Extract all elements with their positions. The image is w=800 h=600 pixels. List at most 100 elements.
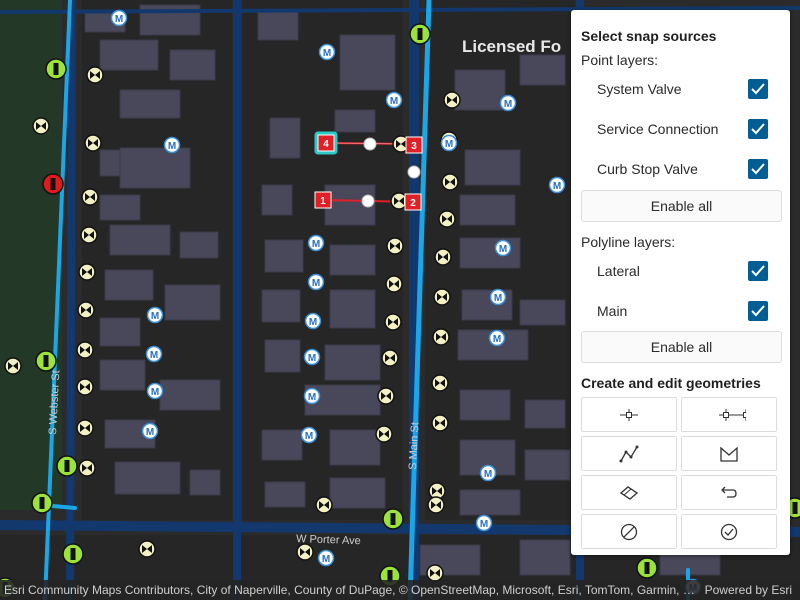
system-valve-icon[interactable] — [431, 374, 449, 392]
system-valve-icon[interactable] — [32, 117, 50, 135]
system-valve-icon[interactable] — [432, 328, 450, 346]
system-valve-icon[interactable] — [377, 387, 395, 405]
service-connection-icon[interactable]: M — [303, 387, 321, 405]
system-valve-icon[interactable] — [315, 496, 333, 514]
system-valve-icon[interactable] — [386, 237, 404, 255]
layer-checkbox[interactable] — [748, 301, 768, 321]
system-valve-icon[interactable] — [78, 263, 96, 281]
service-connection-icon[interactable]: M — [385, 91, 403, 109]
system-valve-icon[interactable] — [77, 301, 95, 319]
system-valve-icon[interactable] — [86, 66, 104, 84]
point-tool-button[interactable] — [581, 397, 677, 432]
system-valve-icon[interactable] — [76, 378, 94, 396]
midpoint-vertex[interactable] — [363, 137, 377, 151]
service-connection-icon[interactable]: M — [488, 329, 506, 347]
attribution-text[interactable]: Esri Community Maps Contributors, City o… — [4, 580, 700, 600]
curb-stop-valve-icon[interactable] — [62, 543, 84, 565]
service-connection-icon[interactable]: M — [300, 426, 318, 444]
service-connection-icon[interactable]: M — [303, 348, 321, 366]
service-connection-icon[interactable]: M — [499, 94, 517, 112]
layer-label: System Valve — [597, 81, 682, 97]
system-valve-icon[interactable] — [4, 357, 22, 375]
layer-checkbox[interactable] — [748, 159, 768, 179]
service-connection-icon[interactable]: M — [145, 345, 163, 363]
system-valve-icon[interactable] — [438, 210, 456, 228]
point-layer-system-valve[interactable]: System Valve — [581, 74, 780, 106]
system-valve-icon[interactable] — [78, 459, 96, 477]
layer-checkbox[interactable] — [748, 79, 768, 99]
erase-tool-button[interactable] — [581, 475, 677, 510]
service-connection-icon[interactable]: M — [307, 234, 325, 252]
midpoint-vertex[interactable] — [407, 165, 421, 179]
curb-stop-valve-icon[interactable] — [35, 350, 57, 372]
curb-stop-valve-icon[interactable] — [45, 58, 67, 80]
system-valve-icon[interactable] — [434, 248, 452, 266]
system-valve-icon[interactable] — [81, 188, 99, 206]
polyline-tool-button[interactable] — [581, 436, 677, 471]
system-valve-icon[interactable] — [296, 543, 314, 561]
service-connection-icon[interactable]: M — [440, 134, 458, 152]
cancel-tool-button[interactable] — [581, 514, 677, 549]
layer-checkbox[interactable] — [748, 261, 768, 281]
service-connection-icon[interactable]: M — [494, 239, 512, 257]
system-valve-icon[interactable] — [427, 496, 445, 514]
service-connection-icon[interactable]: M — [489, 288, 507, 306]
system-valve-icon[interactable] — [384, 313, 402, 331]
system-valve-icon[interactable] — [443, 91, 461, 109]
service-connection-icon[interactable]: M — [548, 176, 566, 194]
vertex-marker-2[interactable]: 2 — [404, 193, 422, 211]
service-connection-icon[interactable]: M — [317, 549, 335, 567]
system-valve-icon[interactable] — [84, 134, 102, 152]
system-valve-icon[interactable] — [76, 419, 94, 437]
service-connection-icon[interactable]: M — [146, 306, 164, 324]
licensed-label: Licensed Fo — [462, 37, 561, 56]
system-valve-icon[interactable] — [381, 349, 399, 367]
system-valve-icon[interactable] — [375, 425, 393, 443]
polygon-tool-button[interactable] — [681, 436, 777, 471]
svg-text:M: M — [312, 239, 320, 250]
curb-stop-valve-icon[interactable] — [42, 173, 64, 195]
undo-tool-button[interactable] — [681, 475, 777, 510]
system-valve-icon[interactable] — [385, 275, 403, 293]
curb-stop-valve-icon[interactable] — [382, 508, 404, 530]
system-valve-icon[interactable] — [433, 288, 451, 306]
point-layer-curb-stop-valve[interactable]: Curb Stop Valve — [581, 154, 780, 186]
save-tool-button[interactable] — [681, 514, 777, 549]
service-connection-icon[interactable]: M — [110, 9, 128, 27]
system-valve-icon[interactable] — [80, 226, 98, 244]
service-connection-icon[interactable]: M — [141, 422, 159, 440]
system-valve-icon[interactable] — [431, 414, 449, 432]
system-valve-icon[interactable] — [138, 540, 156, 558]
service-connection-icon[interactable]: M — [307, 273, 325, 291]
service-connection-icon[interactable]: M — [479, 464, 497, 482]
vertex-marker-1[interactable]: 1 — [314, 191, 332, 209]
service-connection-icon[interactable]: M — [146, 382, 164, 400]
svg-text:2: 2 — [410, 198, 416, 209]
curb-stop-valve-icon[interactable] — [31, 492, 53, 514]
service-connection-icon[interactable]: M — [304, 312, 322, 330]
enable-all-polylines-button[interactable]: Enable all — [581, 331, 782, 363]
curb-stop-valve-icon[interactable] — [636, 557, 658, 579]
service-connection-icon[interactable]: M — [163, 136, 181, 154]
polyline-layer-main[interactable]: Main — [581, 296, 780, 328]
svg-text:M: M — [504, 99, 512, 110]
system-valve-icon[interactable] — [441, 173, 459, 191]
svg-text:M: M — [168, 141, 176, 152]
multipoint-tool-button[interactable] — [681, 397, 777, 432]
service-connection-icon[interactable]: M — [318, 43, 336, 61]
system-valve-icon[interactable] — [76, 341, 94, 359]
enable-all-points-button[interactable]: Enable all — [581, 190, 782, 222]
curb-stop-valve-icon[interactable] — [56, 455, 78, 477]
service-connection-icon[interactable]: M — [475, 514, 493, 532]
svg-text:M: M — [150, 350, 158, 361]
curb-stop-valve-icon[interactable] — [409, 23, 431, 45]
layer-checkbox[interactable] — [748, 119, 768, 139]
system-valve-icon[interactable] — [426, 564, 444, 582]
point-layer-service-connection[interactable]: Service Connection — [581, 114, 780, 146]
midpoint-vertex[interactable] — [361, 194, 375, 208]
svg-text:M: M — [115, 14, 123, 25]
powered-by-esri[interactable]: Powered by Esri — [705, 580, 792, 600]
vertex-marker-3[interactable]: 3 — [405, 136, 423, 154]
polyline-layer-lateral[interactable]: Lateral — [581, 256, 780, 288]
vertex-marker-4[interactable]: 4 — [317, 134, 335, 152]
